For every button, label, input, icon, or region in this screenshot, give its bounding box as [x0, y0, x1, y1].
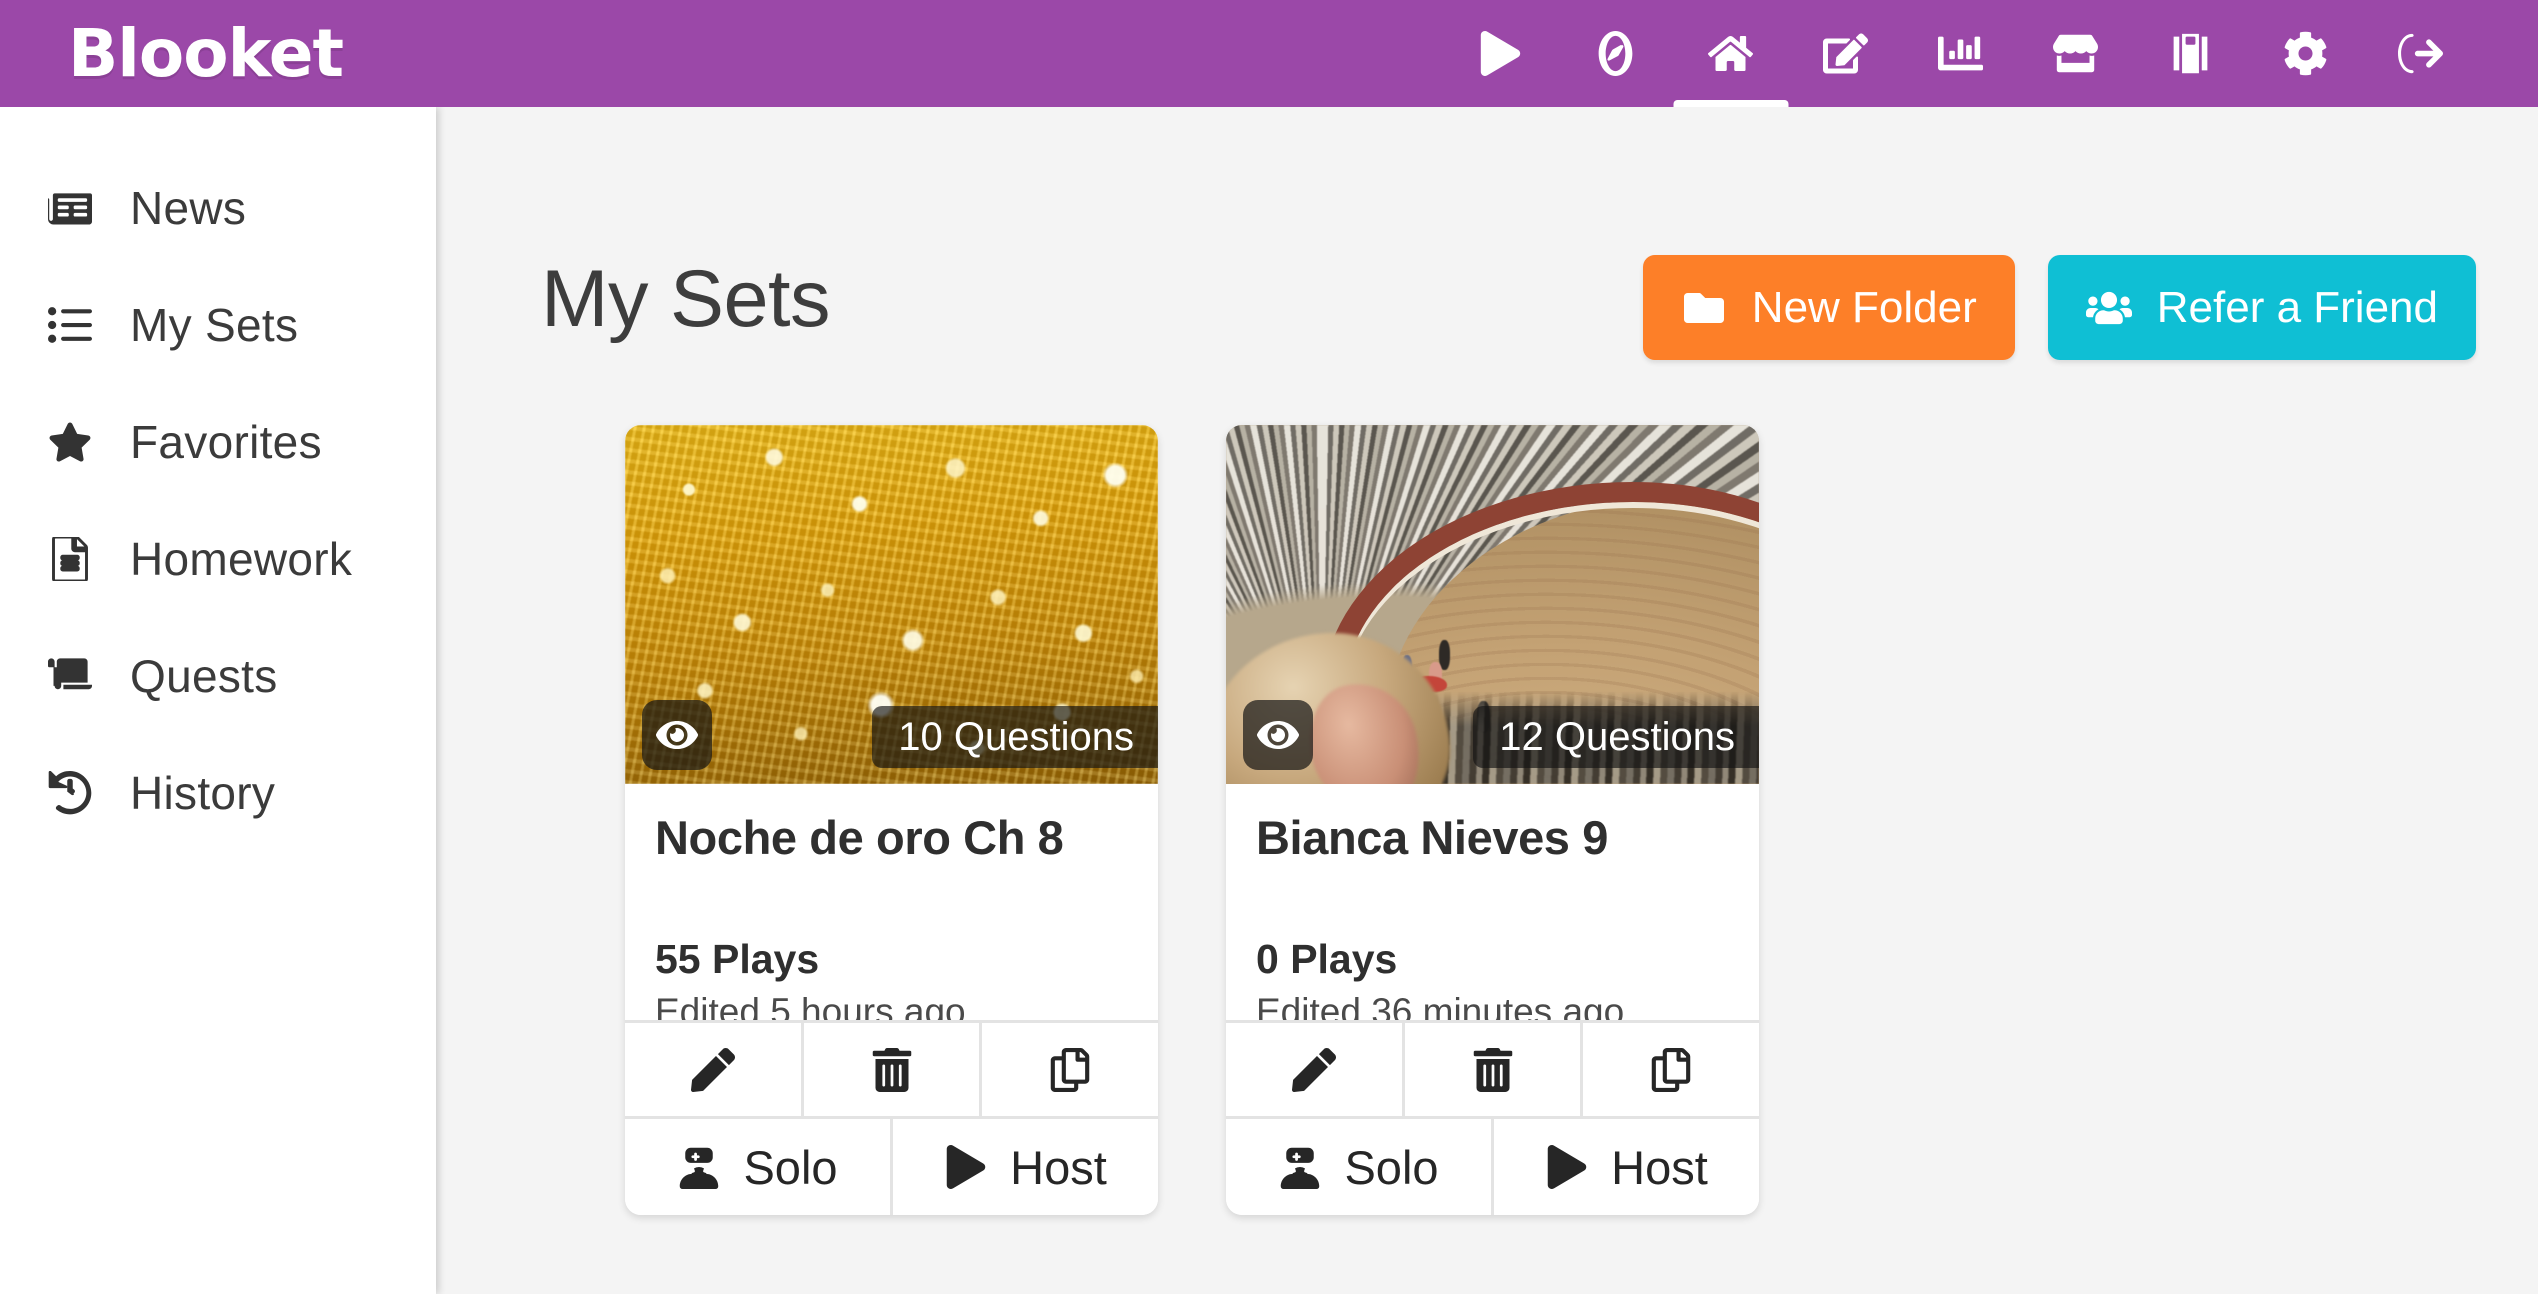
nav-logout[interactable] [2363, 0, 2478, 107]
logout-icon [2398, 31, 2443, 76]
gear-icon [2283, 31, 2328, 76]
edit-square-icon [1823, 31, 1868, 76]
visibility-badge[interactable] [1243, 700, 1313, 770]
set-play-count: 0 Plays [1256, 935, 1398, 982]
sidebar-item-homework[interactable]: Homework [0, 500, 436, 617]
copy-icon [1048, 1047, 1092, 1092]
sidebar-item-label: My Sets [130, 298, 299, 351]
set-play-count: 55 Plays [655, 935, 820, 982]
set-title: Noche de oro Ch 8 [655, 811, 1064, 864]
solo-button[interactable]: Solo [1226, 1119, 1494, 1215]
trash-icon [870, 1047, 914, 1092]
top-navbar: Blooket [0, 0, 2538, 107]
nav-home[interactable] [1673, 0, 1788, 107]
host-button[interactable]: Host [893, 1119, 1158, 1215]
eye-icon [656, 714, 698, 756]
edit-set-button[interactable] [1226, 1023, 1405, 1116]
nav-discover[interactable] [1558, 0, 1673, 107]
store-icon [2053, 31, 2098, 76]
set-card-icon-actions [625, 1020, 1158, 1116]
user-astronaut-icon [1278, 1145, 1322, 1189]
page-title: My Sets [541, 254, 831, 344]
set-card-body: Noche de oro Ch 8 55 Plays Edited 5 hour… [625, 784, 1158, 1032]
star-icon [32, 420, 108, 464]
set-cards-grid: 10 Questions Noche de oro Ch 8 55 Plays … [625, 425, 1759, 1215]
trash-icon [1471, 1047, 1515, 1092]
set-title: Bianca Nieves 9 [1256, 811, 1608, 864]
solo-button[interactable]: Solo [625, 1119, 893, 1215]
visibility-badge[interactable] [642, 700, 712, 770]
nav-market[interactable] [2018, 0, 2133, 107]
new-folder-label: New Folder [1751, 282, 1977, 332]
sidebar-item-label: News [130, 181, 247, 234]
question-count-badge: 12 Questions [1473, 706, 1759, 768]
sidebar-item-history[interactable]: History [0, 734, 436, 851]
set-thumbnail[interactable]: 10 Questions [625, 425, 1158, 784]
host-button[interactable]: Host [1494, 1119, 1759, 1215]
host-label: Host [1010, 1140, 1107, 1194]
question-count-badge: 10 Questions [872, 706, 1158, 768]
nav-tokens[interactable] [2133, 0, 2248, 107]
eye-icon [1257, 714, 1299, 756]
compass-icon [1593, 31, 1638, 76]
set-card-play-actions: Solo Host [1226, 1116, 1759, 1215]
host-label: Host [1611, 1140, 1708, 1194]
set-card[interactable]: 12 Questions Bianca Nieves 9 0 Plays Edi… [1226, 425, 1759, 1215]
refer-a-friend-label: Refer a Friend [2156, 282, 2438, 332]
nav-create[interactable] [1788, 0, 1903, 107]
set-thumbnail[interactable]: 12 Questions [1226, 425, 1759, 784]
history-clock-icon [32, 770, 108, 815]
copy-icon [1649, 1047, 1693, 1092]
page-action-buttons: New Folder Refer a Friend [1642, 255, 2476, 360]
edit-set-button[interactable] [625, 1023, 804, 1116]
sidebar: News My Sets Favorites Homework Quests H… [0, 107, 436, 1294]
tokens-icon [2168, 31, 2213, 76]
sidebar-item-favorites[interactable]: Favorites [0, 383, 436, 500]
chart-bar-icon [1938, 31, 1983, 76]
edit-pencil-icon [690, 1047, 735, 1092]
solo-label: Solo [1344, 1140, 1439, 1194]
delete-set-button[interactable] [1404, 1023, 1584, 1116]
top-nav-icons [1443, 0, 2478, 107]
nav-stats[interactable] [1903, 0, 2018, 107]
set-card-icon-actions [1226, 1020, 1759, 1116]
folder-icon [1681, 288, 1727, 328]
set-card-body: Bianca Nieves 9 0 Plays Edited 36 minute… [1226, 784, 1759, 1032]
set-card-play-actions: Solo Host [625, 1116, 1158, 1215]
scroll-icon [32, 654, 108, 698]
users-icon [2085, 288, 2132, 328]
newspaper-icon [32, 186, 108, 230]
duplicate-set-button[interactable] [1583, 1023, 1759, 1116]
blooket-logo[interactable]: Blooket [68, 20, 344, 87]
play-icon [1545, 1145, 1589, 1189]
play-icon [944, 1145, 988, 1189]
list-ul-icon [32, 303, 108, 347]
new-folder-button[interactable]: New Folder [1642, 255, 2015, 360]
main-content: My Sets New Folder Refer a Friend 10 Que… [436, 107, 2538, 1294]
solo-label: Solo [743, 1140, 838, 1194]
sidebar-item-label: Favorites [130, 415, 322, 468]
edit-pencil-icon [1291, 1047, 1336, 1092]
sidebar-item-label: History [130, 766, 276, 819]
nav-settings[interactable] [2248, 0, 2363, 107]
refer-a-friend-button[interactable]: Refer a Friend [2047, 255, 2476, 360]
nav-play[interactable] [1443, 0, 1558, 107]
duplicate-set-button[interactable] [982, 1023, 1158, 1116]
sidebar-item-news[interactable]: News [0, 149, 436, 266]
sidebar-item-label: Quests [130, 649, 278, 702]
sidebar-item-my-sets[interactable]: My Sets [0, 266, 436, 383]
delete-set-button[interactable] [803, 1023, 983, 1116]
set-card[interactable]: 10 Questions Noche de oro Ch 8 55 Plays … [625, 425, 1158, 1215]
user-astronaut-icon [677, 1145, 721, 1189]
document-icon [32, 536, 108, 581]
sidebar-item-quests[interactable]: Quests [0, 617, 436, 734]
play-icon [1478, 31, 1523, 76]
sidebar-item-label: Homework [130, 532, 353, 585]
home-icon [1708, 31, 1753, 76]
